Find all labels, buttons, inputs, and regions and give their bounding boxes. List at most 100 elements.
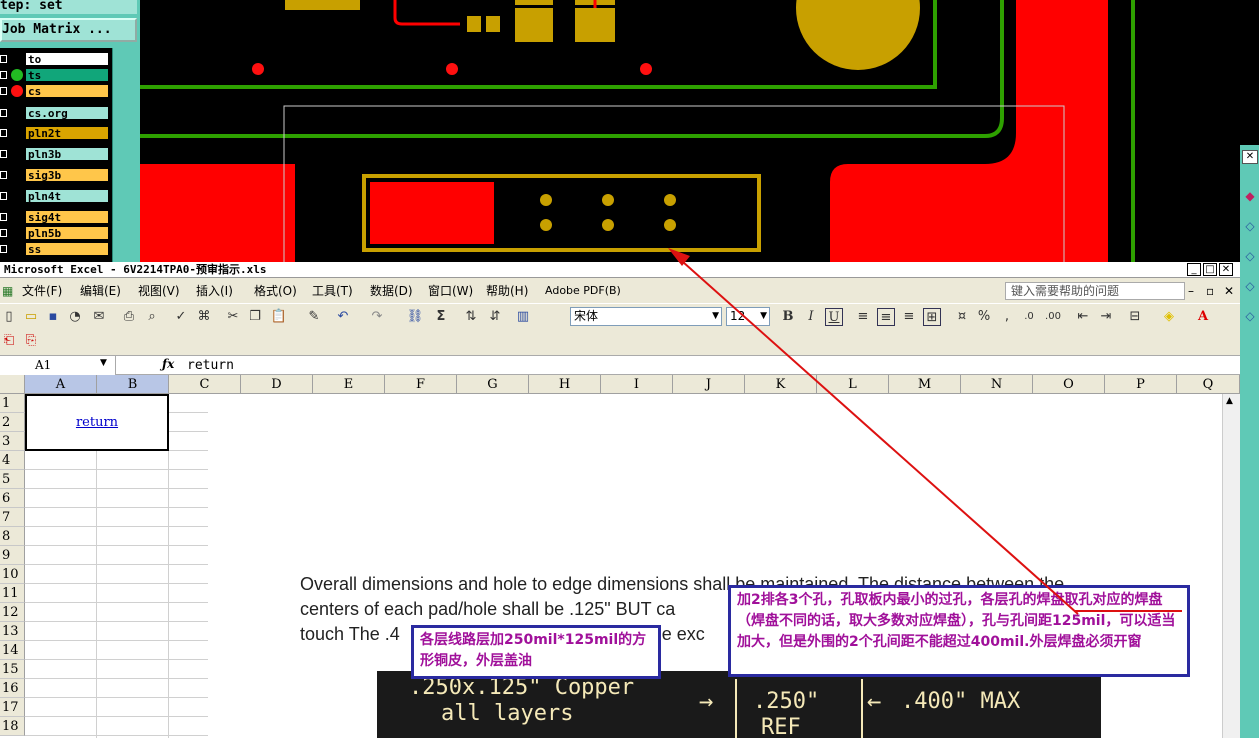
layer-row[interactable]: pln3b (0, 147, 112, 161)
autosum-icon[interactable]: Σ (432, 308, 450, 326)
layer-checkbox[interactable] (0, 192, 7, 200)
font-color-icon[interactable]: A (1194, 308, 1212, 326)
chevron-icon[interactable]: ◇ (1242, 279, 1258, 295)
research-icon[interactable]: ⌘ (195, 308, 213, 326)
maximize-icon[interactable]: □ (1203, 263, 1217, 276)
font-name-select[interactable]: 宋体 ▼ (570, 307, 722, 326)
cut-icon[interactable]: ✂ (224, 308, 242, 326)
column-header[interactable]: H (529, 375, 601, 394)
undo-icon[interactable]: ↶ (334, 308, 352, 326)
decrease-decimal-icon[interactable]: .00 (1044, 308, 1062, 326)
currency-icon[interactable]: ¤ (953, 308, 971, 326)
column-header[interactable]: P (1105, 375, 1177, 394)
column-header[interactable]: N (961, 375, 1033, 394)
layer-name[interactable]: cs.org (25, 106, 109, 120)
comma-icon[interactable]: , (998, 308, 1016, 326)
layer-name[interactable]: pln4t (25, 189, 109, 203)
menu-help[interactable]: 帮助(H) (486, 283, 528, 299)
doc-restore-icon[interactable]: ▫ (1206, 283, 1214, 299)
increase-decimal-icon[interactable]: .0 (1020, 308, 1038, 326)
scroll-up-icon[interactable]: ▲ (1226, 396, 1233, 406)
layer-name[interactable]: ts (25, 68, 109, 82)
row-header[interactable]: 6 (0, 489, 25, 508)
menu-insert[interactable]: 插入(I) (196, 283, 233, 299)
layer-checkbox[interactable] (0, 245, 7, 253)
layer-checkbox[interactable] (0, 71, 7, 79)
row-header[interactable]: 14 (0, 641, 25, 660)
format-painter-icon[interactable]: ✎ (305, 308, 323, 326)
decrease-indent-icon[interactable]: ⇤ (1074, 308, 1092, 326)
hyperlink-icon[interactable]: ⛓ (406, 308, 424, 326)
fx-icon[interactable]: ƒx (162, 357, 174, 371)
layer-name[interactable]: pln5b (25, 226, 109, 240)
layer-row[interactable]: pln4t (0, 189, 112, 203)
close-icon[interactable]: ✕ (1219, 263, 1233, 276)
chevron-icon[interactable]: ◇ (1242, 309, 1258, 325)
menu-format[interactable]: 格式(O) (254, 283, 297, 299)
menu-file[interactable]: 文件(F) (22, 283, 62, 299)
copy-icon[interactable]: ❐ (246, 308, 264, 326)
row-header[interactable]: 9 (0, 546, 25, 565)
layer-panel-scroll[interactable] (112, 48, 140, 262)
row-header[interactable]: 17 (0, 698, 25, 717)
row-header[interactable]: 16 (0, 679, 25, 698)
row-header[interactable]: 5 (0, 470, 25, 489)
align-right-icon[interactable]: ≡ (900, 308, 918, 326)
column-header[interactable]: I (601, 375, 673, 394)
row-header[interactable]: 1 (0, 394, 25, 413)
doc-close-icon[interactable]: ✕ (1224, 283, 1234, 299)
row-header[interactable]: 11 (0, 584, 25, 603)
italic-icon[interactable]: I (802, 308, 820, 326)
column-header[interactable]: M (889, 375, 961, 394)
layer-name[interactable]: pln3b (25, 147, 109, 161)
sort-ascending-icon[interactable]: ⇅ (462, 308, 480, 326)
column-header[interactable]: K (745, 375, 817, 394)
minimize-icon[interactable]: _ (1187, 263, 1201, 276)
column-header[interactable]: D (241, 375, 313, 394)
layer-checkbox[interactable] (0, 213, 7, 221)
excel-menu-icon[interactable]: ▦ (2, 283, 13, 299)
percent-icon[interactable]: % (975, 308, 993, 326)
permission-icon[interactable]: ◔ (66, 308, 84, 326)
layer-name[interactable]: to (25, 52, 109, 66)
column-header[interactable]: Q (1177, 375, 1240, 394)
redo-icon[interactable]: ↷ (368, 308, 386, 326)
spreadsheet-grid[interactable]: ABCDEFGHIJKLMNOPQ 1 2 3 4 5 6 7 8 9 10 11 12 13 14 15 1… (0, 375, 1240, 738)
pdf-email-icon[interactable]: ⎘ (22, 332, 40, 350)
doc-minimize-icon[interactable]: – (1188, 283, 1194, 299)
row-header[interactable]: 2 (0, 413, 25, 432)
row-header[interactable]: 12 (0, 603, 25, 622)
diamond-icon[interactable]: ◆ (1242, 189, 1258, 205)
print-icon[interactable]: ⎙ (120, 308, 138, 326)
merge-center-icon[interactable]: ⊞ (923, 308, 941, 326)
column-header[interactable]: C (169, 375, 241, 394)
layer-name[interactable]: pln2t (25, 126, 109, 140)
column-header[interactable]: L (817, 375, 889, 394)
sort-descending-icon[interactable]: ⇵ (486, 308, 504, 326)
email-icon[interactable]: ✉ (90, 308, 108, 326)
chevron-icon[interactable]: ◇ (1242, 219, 1258, 235)
layer-row[interactable]: ss (0, 242, 112, 256)
layer-checkbox[interactable] (0, 87, 7, 95)
spelling-icon[interactable]: ✓ (172, 308, 190, 326)
new-icon[interactable]: ▯ (0, 308, 18, 326)
layer-checkbox[interactable] (0, 55, 7, 63)
embedded-image[interactable]: Overall dimensions and hole to edge dime… (208, 398, 1220, 738)
layer-name[interactable]: sig3b (25, 168, 109, 182)
layer-name[interactable]: ss (25, 242, 109, 256)
menu-data[interactable]: 数据(D) (370, 283, 413, 299)
row-header[interactable]: 3 (0, 432, 25, 451)
formula-input[interactable]: return (187, 357, 234, 375)
layer-checkbox[interactable] (0, 150, 7, 158)
row-header[interactable]: 7 (0, 508, 25, 527)
align-center-icon[interactable]: ≡ (877, 308, 895, 326)
row-header[interactable]: 18 (0, 717, 25, 736)
row-header[interactable]: 8 (0, 527, 25, 546)
pdf-icon[interactable]: ⎗ (0, 332, 18, 350)
layer-name[interactable]: cs (25, 84, 109, 98)
row-header[interactable]: 13 (0, 622, 25, 641)
paste-icon[interactable]: 📋 (270, 308, 288, 326)
column-header[interactable]: E (313, 375, 385, 394)
menu-edit[interactable]: 编辑(E) (80, 283, 121, 299)
chart-icon[interactable]: ▥ (514, 308, 532, 326)
